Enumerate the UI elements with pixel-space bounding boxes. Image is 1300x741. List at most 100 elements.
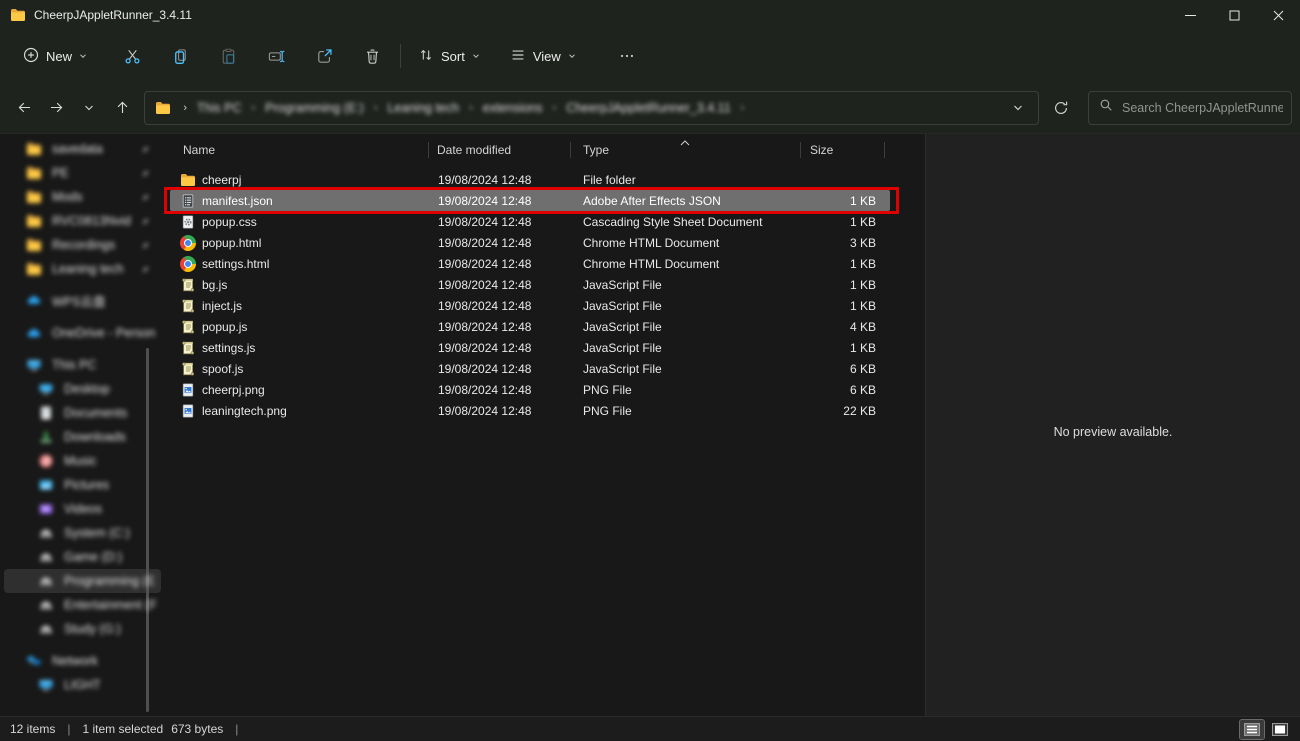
minimize-button[interactable] [1168, 0, 1212, 30]
file-name-label: settings.js [202, 341, 255, 355]
sidebar-item-downloads[interactable]: Downloads [4, 425, 161, 449]
breadcrumb-item[interactable]: CheerpJAppletRunner_3.4.11 [564, 101, 732, 115]
sidebar-item-savedata[interactable]: savedata [4, 137, 161, 161]
refresh-button[interactable] [1044, 91, 1078, 125]
file-type: File folder [575, 173, 805, 187]
more-options-button[interactable] [607, 38, 647, 74]
items-count: 12 items [10, 722, 55, 736]
file-row-popup-css[interactable]: popup.css19/08/2024 12:48Cascading Style… [170, 211, 890, 232]
share-button[interactable] [304, 38, 344, 74]
file-type: PNG File [575, 383, 805, 397]
pin-icon [139, 167, 151, 179]
sidebar-item-label: Desktop [64, 382, 110, 396]
file-row-cheerpj[interactable]: cheerpj19/08/2024 12:48File folder [170, 169, 890, 190]
column-header-size[interactable]: Size [800, 134, 885, 166]
breadcrumb-item[interactable]: Leaning tech [385, 101, 461, 115]
breadcrumb-item[interactable]: Programming (E:) [263, 101, 366, 115]
history-chevron-button[interactable] [73, 91, 106, 125]
thumbnail-view-toggle[interactable] [1268, 720, 1292, 739]
sidebar-item-game-d[interactable]: Game (D:) [4, 545, 161, 569]
search-input[interactable] [1122, 101, 1283, 115]
folder-icon [26, 213, 42, 229]
sidebar-item-onedrive-person[interactable]: OneDrive - Person [4, 321, 161, 345]
file-row-inject-js[interactable]: inject.js19/08/2024 12:48JavaScript File… [170, 295, 890, 316]
sidebar-item-documents[interactable]: Documents [4, 401, 161, 425]
sidebar-item-network[interactable]: Network [4, 649, 161, 673]
sidebar-item-label: OneDrive - Person [52, 326, 156, 340]
close-button[interactable] [1256, 0, 1300, 30]
view-button[interactable]: View [501, 38, 585, 74]
sidebar-item-programming-e[interactable]: Programming (E [4, 569, 161, 593]
breadcrumb-separator[interactable]: › [545, 102, 565, 114]
back-button[interactable] [8, 91, 41, 125]
sidebar-item-this-pc[interactable]: This PC [4, 353, 161, 377]
delete-button[interactable] [352, 38, 392, 74]
file-type: Cascading Style Sheet Document [575, 215, 805, 229]
file-size: 6 KB [805, 362, 890, 376]
rename-button[interactable] [256, 38, 296, 74]
sidebar-item-videos[interactable]: Videos [4, 497, 161, 521]
sidebar-item-system-c[interactable]: System (C:) [4, 521, 161, 545]
file-name: cheerpj.png [170, 382, 433, 398]
file-row-leaningtech-png[interactable]: leaningtech.png19/08/2024 12:48PNG File2… [170, 400, 890, 421]
column-header-date-modified[interactable]: Date modified [428, 134, 570, 166]
forward-button[interactable] [41, 91, 74, 125]
breadcrumb-item[interactable]: extensions [481, 101, 545, 115]
sidebar-item-pe[interactable]: PE [4, 161, 161, 185]
file-date-modified: 19/08/2024 12:48 [433, 278, 575, 292]
file-row-cheerpj-png[interactable]: cheerpj.png19/08/2024 12:48PNG File6 KB [170, 379, 890, 400]
folder-icon [10, 7, 26, 23]
up-button[interactable] [106, 91, 139, 125]
file-row-spoof-js[interactable]: spoof.js19/08/2024 12:48JavaScript File6… [170, 358, 890, 379]
paste-button[interactable] [208, 38, 248, 74]
sidebar-item-mods[interactable]: Mods [4, 185, 161, 209]
sidebar-item-study-g[interactable]: Study (G:) [4, 617, 161, 641]
breadcrumb-separator[interactable]: › [244, 102, 264, 114]
breadcrumb-separator[interactable]: › [366, 102, 386, 114]
breadcrumb-separator[interactable]: › [733, 102, 753, 114]
column-header-name[interactable]: Name [165, 134, 428, 166]
sidebar-item-leaning-tech[interactable]: Leaning tech [4, 257, 161, 281]
breadcrumb-bar[interactable]: › This PC›Programming (E:)›Leaning tech›… [144, 91, 1039, 125]
file-row-popup-js[interactable]: popup.js19/08/2024 12:48JavaScript File4… [170, 316, 890, 337]
pc-icon [26, 357, 42, 373]
sidebar-item-wps[interactable]: WPS云盘 [4, 288, 161, 312]
sidebar-item-desktop[interactable]: Desktop [4, 377, 161, 401]
file-row-bg-js[interactable]: bg.js19/08/2024 12:48JavaScript File1 KB [170, 274, 890, 295]
file-row-settings-html[interactable]: settings.html19/08/2024 12:48Chrome HTML… [170, 253, 890, 274]
sidebar-item-recordings[interactable]: Recordings [4, 233, 161, 257]
sidebar-item-pictures[interactable]: Pictures [4, 473, 161, 497]
sidebar-item-music[interactable]: Music [4, 449, 161, 473]
sidebar-item-light[interactable]: LIGHT [4, 673, 161, 697]
maximize-button[interactable] [1212, 0, 1256, 30]
new-button[interactable]: New [14, 38, 96, 74]
address-dropdown-chevron[interactable] [1006, 102, 1030, 114]
search-box[interactable] [1088, 91, 1292, 125]
preview-message: No preview available. [926, 425, 1300, 439]
sort-button[interactable]: Sort [409, 38, 489, 74]
sidebar-item-rvc0813nvid[interactable]: RVC0813Nvid [4, 209, 161, 233]
json-file-icon [180, 193, 196, 209]
status-bar: 12 items | 1 item selected 673 bytes | [0, 716, 1300, 741]
search-icon [1099, 98, 1113, 117]
breadcrumb-separator: › [175, 102, 195, 114]
music-icon [38, 453, 54, 469]
sidebar-item-label: This PC [52, 358, 96, 372]
sidebar-item-entertainment-f[interactable]: Entertainment (F [4, 593, 161, 617]
sort-button-label: Sort [441, 49, 465, 64]
file-row-settings-js[interactable]: settings.js19/08/2024 12:48JavaScript Fi… [170, 337, 890, 358]
cut-button[interactable] [112, 38, 152, 74]
copy-button[interactable] [160, 38, 200, 74]
preview-pane: No preview available. [925, 134, 1300, 716]
file-row-popup-html[interactable]: popup.html19/08/2024 12:48Chrome HTML Do… [170, 232, 890, 253]
details-view-toggle[interactable] [1240, 720, 1264, 739]
folder-icon [26, 261, 42, 277]
download-icon [38, 429, 54, 445]
status-divider: | [67, 722, 70, 736]
column-header-type[interactable]: Type [570, 134, 800, 166]
file-name-label: popup.html [202, 236, 261, 250]
breadcrumb-separator[interactable]: › [461, 102, 481, 114]
file-row-manifest-json[interactable]: manifest.json19/08/2024 12:48Adobe After… [170, 190, 890, 211]
breadcrumb-item[interactable]: This PC [195, 101, 243, 115]
pin-icon [139, 143, 151, 155]
